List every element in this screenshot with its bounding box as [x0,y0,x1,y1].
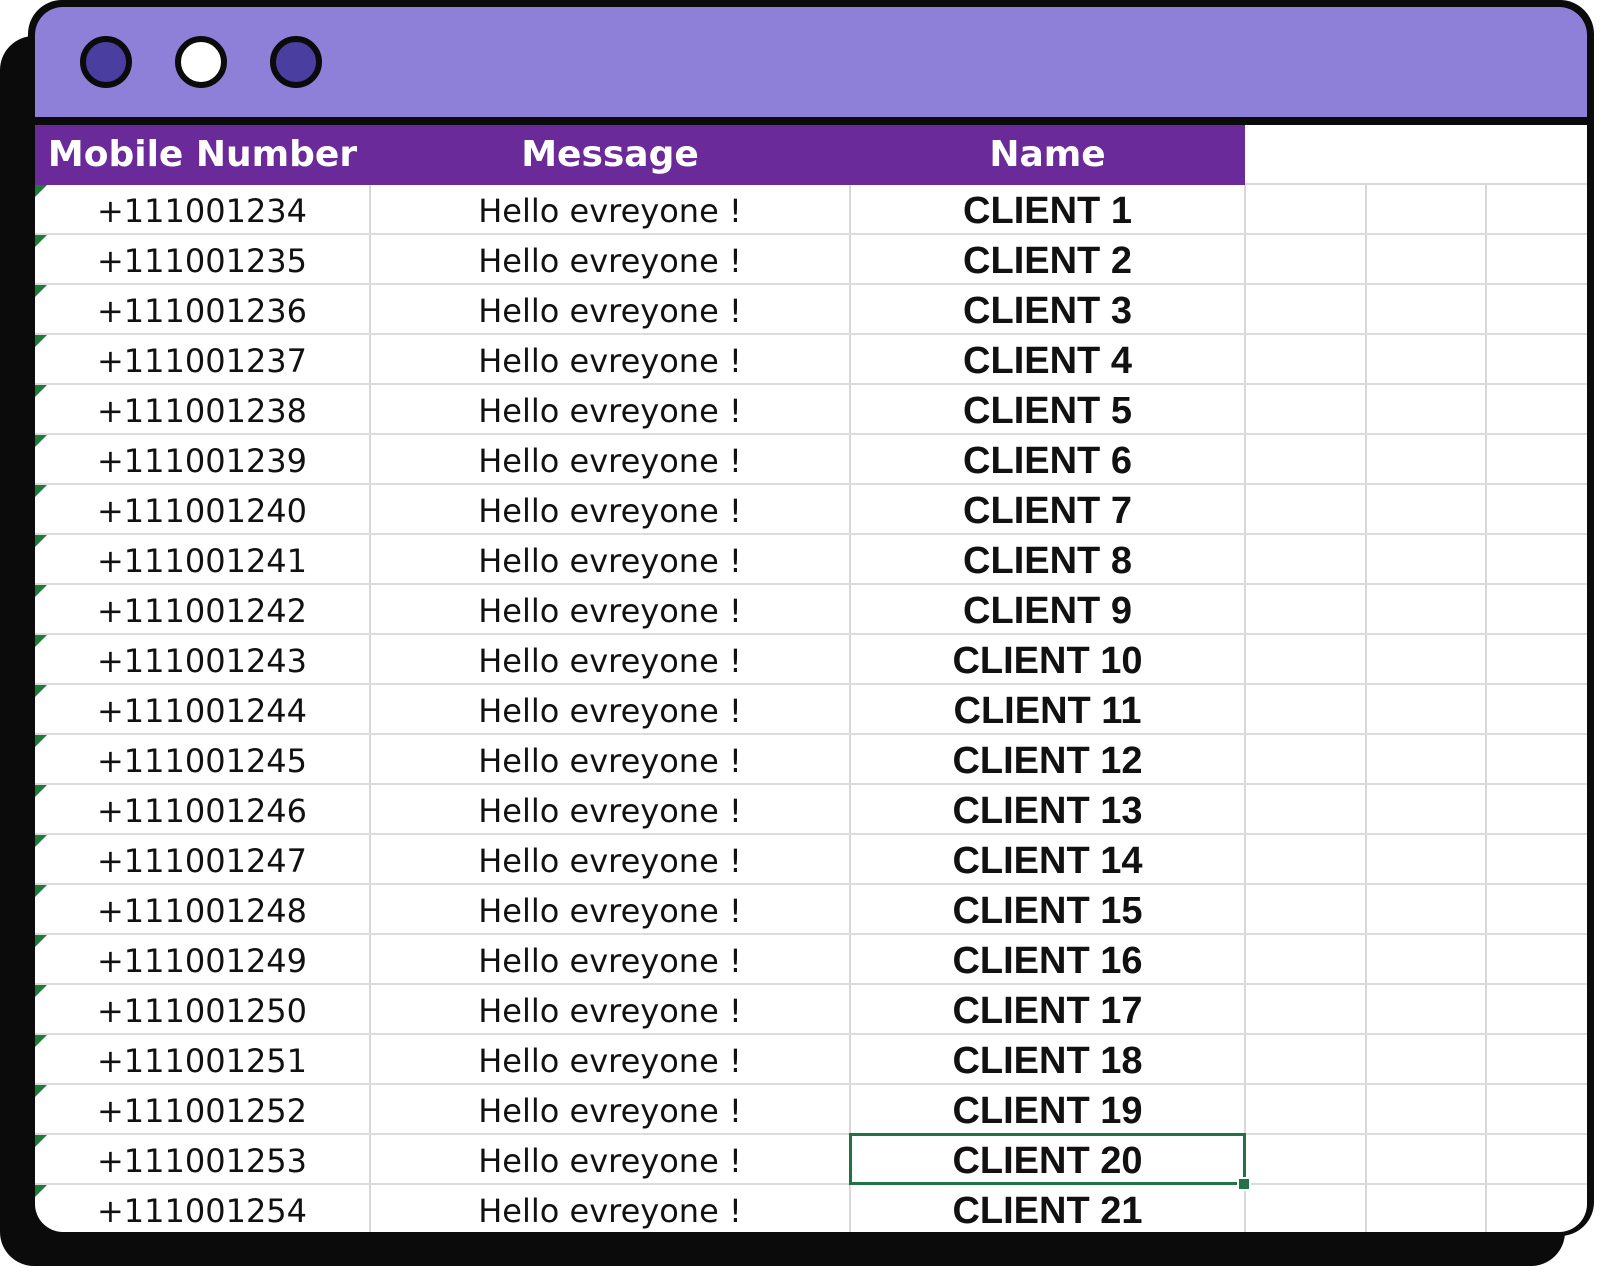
cell-message[interactable]: Hello evreyone ! [371,285,849,333]
cell-mobile-number[interactable]: +111001252 [35,1085,369,1133]
table-row: +111001237 Hello evreyone ! CLIENT 4 [35,335,1587,385]
table-row: +111001245 Hello evreyone ! CLIENT 12 [35,735,1587,785]
cell-message[interactable]: Hello evreyone ! [371,535,849,583]
cell-mobile-number[interactable]: +111001244 [35,685,369,733]
cell-message[interactable]: Hello evreyone ! [371,1185,849,1232]
cell-name[interactable]: CLIENT 20 [849,1133,1246,1185]
cell-message[interactable]: Hello evreyone ! [371,785,849,833]
cell-mobile-number[interactable]: +111001243 [35,635,369,683]
cell-name[interactable]: CLIENT 13 [851,785,1244,833]
cell-message[interactable]: Hello evreyone ! [371,835,849,883]
spreadsheet-grid: Mobile Number Message Name +111001234 Hel… [35,125,1587,1232]
cell-name[interactable]: CLIENT 5 [851,385,1244,433]
cell-message[interactable]: Hello evreyone ! [371,635,849,683]
cell-mobile-number[interactable]: +111001254 [35,1185,369,1232]
table-row: +111001246 Hello evreyone ! CLIENT 13 [35,785,1587,835]
cell-mobile-number[interactable]: +111001253 [35,1135,369,1183]
cell-mobile-number[interactable]: +111001242 [35,585,369,633]
table-row: +111001253 Hello evreyone ! CLIENT 20 [35,1133,1587,1191]
cell-message[interactable]: Hello evreyone ! [371,935,849,983]
cell-message[interactable]: Hello evreyone ! [371,685,849,733]
window-dot-2[interactable] [175,36,227,88]
table-row: +111001234 Hello evreyone ! CLIENT 1 [35,185,1587,235]
table-row: +111001242 Hello evreyone ! CLIENT 9 [35,585,1587,635]
table-row: +111001248 Hello evreyone ! CLIENT 15 [35,885,1587,935]
cell-message[interactable]: Hello evreyone ! [371,435,849,483]
cell-name[interactable]: CLIENT 12 [851,735,1244,783]
cell-message[interactable]: Hello evreyone ! [371,735,849,783]
cell-name[interactable]: CLIENT 1 [851,185,1244,233]
table-row: +111001251 Hello evreyone ! CLIENT 18 [35,1035,1587,1085]
cell-name[interactable]: CLIENT 7 [851,485,1244,533]
table-row: +111001247 Hello evreyone ! CLIENT 14 [35,835,1587,885]
cell-name[interactable]: CLIENT 17 [851,985,1244,1033]
header-row: Mobile Number Message Name [35,125,1587,185]
cell-mobile-number[interactable]: +111001246 [35,785,369,833]
cell-message[interactable]: Hello evreyone ! [371,235,849,283]
table-row: +111001235 Hello evreyone ! CLIENT 2 [35,235,1587,285]
cell-message[interactable]: Hello evreyone ! [371,585,849,633]
cell-mobile-number[interactable]: +111001251 [35,1035,369,1083]
table-row: +111001254 Hello evreyone ! CLIENT 21 [35,1185,1587,1232]
column-header-message[interactable]: Message [370,125,850,185]
cell-mobile-number[interactable]: +111001241 [35,535,369,583]
cell-name[interactable]: CLIENT 19 [851,1085,1244,1133]
cell-mobile-number[interactable]: +111001235 [35,235,369,283]
table-row: +111001252 Hello evreyone ! CLIENT 19 [35,1085,1587,1135]
cell-name[interactable]: CLIENT 21 [851,1185,1244,1232]
window-dot-3[interactable] [270,36,322,88]
table-row: +111001244 Hello evreyone ! CLIENT 11 [35,685,1587,735]
stage: Mobile Number Message Name +111001234 Hel… [0,0,1600,1280]
cell-name[interactable]: CLIENT 14 [851,835,1244,883]
cell-name[interactable]: CLIENT 16 [851,935,1244,983]
cell-message[interactable]: Hello evreyone ! [371,1135,849,1183]
cell-mobile-number[interactable]: +111001236 [35,285,369,333]
cell-message[interactable]: Hello evreyone ! [371,335,849,383]
table-row: +111001241 Hello evreyone ! CLIENT 8 [35,535,1587,585]
table-row: +111001243 Hello evreyone ! CLIENT 10 [35,635,1587,685]
title-bar [35,7,1587,117]
cell-mobile-number[interactable]: +111001249 [35,935,369,983]
cell-message[interactable]: Hello evreyone ! [371,1085,849,1133]
cell-message[interactable]: Hello evreyone ! [371,185,849,233]
cell-name[interactable]: CLIENT 4 [851,335,1244,383]
cell-mobile-number[interactable]: +111001247 [35,835,369,883]
column-header-name[interactable]: Name [850,125,1245,185]
cell-mobile-number[interactable]: +111001234 [35,185,369,233]
cell-name[interactable]: CLIENT 2 [851,235,1244,283]
cell-mobile-number[interactable]: +111001237 [35,335,369,383]
column-header-mobile-number[interactable]: Mobile Number [35,125,370,185]
cell-name[interactable]: CLIENT 3 [851,285,1244,333]
cell-message[interactable]: Hello evreyone ! [371,885,849,933]
table-row: +111001240 Hello evreyone ! CLIENT 7 [35,485,1587,535]
cell-mobile-number[interactable]: +111001245 [35,735,369,783]
cell-message[interactable]: Hello evreyone ! [371,385,849,433]
cell-message[interactable]: Hello evreyone ! [371,485,849,533]
cell-name[interactable]: CLIENT 6 [851,435,1244,483]
cell-name[interactable]: CLIENT 8 [851,535,1244,583]
table-row: +111001238 Hello evreyone ! CLIENT 5 [35,385,1587,435]
cell-name[interactable]: CLIENT 18 [851,1035,1244,1083]
cell-mobile-number[interactable]: +111001239 [35,435,369,483]
cell-mobile-number[interactable]: +111001238 [35,385,369,433]
table-row: +111001250 Hello evreyone ! CLIENT 17 [35,985,1587,1035]
cell-mobile-number[interactable]: +111001248 [35,885,369,933]
table-row: +111001236 Hello evreyone ! CLIENT 3 [35,285,1587,335]
table-row: +111001239 Hello evreyone ! CLIENT 6 [35,435,1587,485]
cell-name[interactable]: CLIENT 11 [851,685,1244,733]
cell-mobile-number[interactable]: +111001250 [35,985,369,1033]
cell-name[interactable]: CLIENT 15 [851,885,1244,933]
cell-message[interactable]: Hello evreyone ! [371,985,849,1033]
window-dot-1[interactable] [80,36,132,88]
cell-message[interactable]: Hello evreyone ! [371,1035,849,1083]
table-row: +111001249 Hello evreyone ! CLIENT 16 [35,935,1587,985]
cell-mobile-number[interactable]: +111001240 [35,485,369,533]
empty-header-cells[interactable] [1245,125,1587,185]
app-window: Mobile Number Message Name +111001234 Hel… [28,0,1594,1236]
cell-name[interactable]: CLIENT 10 [851,635,1244,683]
cell-name[interactable]: CLIENT 9 [851,585,1244,633]
